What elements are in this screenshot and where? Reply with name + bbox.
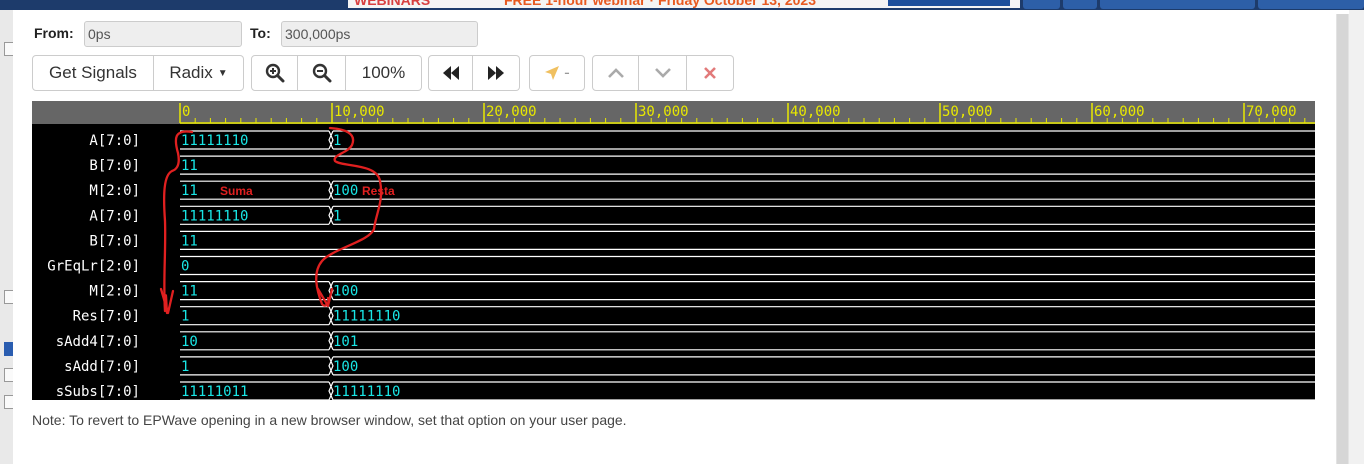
signal-name: A[7:0] [89,208,140,224]
radix-label: Radix [169,63,213,82]
to-label: To: [250,25,271,41]
to-input[interactable]: 300,000ps [281,21,478,47]
banner-left-text: WEBINARS [354,0,431,8]
signal-value: 1 [181,309,189,325]
zoom-in-icon [265,63,284,83]
signal-value: 11111110 [181,133,248,149]
close-icon [704,67,716,79]
from-input[interactable]: 0ps [84,21,242,47]
signal-value: 100 [333,359,358,375]
signal-value: 11111110 [333,309,400,325]
signal-name: sSubs[7:0] [56,384,140,400]
signal-name: B[7:0] [89,233,140,249]
zoom-out-icon [312,63,331,83]
footer-note: Note: To revert to EPWave opening in a n… [32,412,627,428]
cursor-value: - [564,63,570,82]
signal-name: A[7:0] [89,133,140,149]
signal-value: 100 [333,284,358,300]
ruler-tick-label: 60,000 [1094,104,1145,120]
banner-button[interactable] [888,0,1010,6]
signal-value: 11111110 [333,384,400,400]
ruler-tick-label: 40,000 [790,104,841,120]
time-ruler[interactable]: 0 10,000 20,000 30,000 40,000 50,000 60,000 70,… [32,101,1315,124]
banner-mid-text: FREE 1-hour webinar · Friday October 13,… [504,0,816,8]
zoom-level-value: 100% [361,63,406,82]
signal-value: 11 [181,233,198,249]
move-up-button[interactable] [592,55,639,91]
signal-value: 11 [181,284,198,300]
webinar-banner[interactable]: WEBINARS FREE 1-hour webinar · Friday Oc… [348,0,1020,8]
signal-name: B[7:0] [89,158,140,174]
backward-icon [442,66,459,80]
jump-start-button[interactable] [428,55,473,91]
signal-value: 100 [333,183,358,199]
nav-button[interactable] [1063,0,1097,9]
ruler-tick-label: 20,000 [486,104,537,120]
ruler-tick-label: 30,000 [638,104,689,120]
waveform-viewer[interactable]: 0 10,000 20,000 30,000 40,000 50,000 60,000 70,… [32,101,1315,400]
signal-name: Res[7:0] [73,309,140,325]
zoom-out-button[interactable] [298,55,346,91]
chevron-down-icon [654,68,671,78]
signal-name: M[2:0] [89,183,140,199]
remove-signal-button[interactable] [687,55,734,91]
signal-name: GrEqLr[2:0] [47,259,140,275]
cursor-arrow-icon [545,66,560,80]
caret-down-icon: ▼ [217,67,228,79]
signal-name: sAdd4[7:0] [56,334,140,350]
signal-value: 10 [181,334,198,350]
nav-button[interactable] [1258,0,1364,9]
signal-value: 1 [333,208,341,224]
signal-value: 11111011 [181,384,248,400]
cursor-button[interactable]: - [529,55,585,91]
ruler-tick-label: 0 [182,104,190,120]
zoom-in-button[interactable] [251,55,298,91]
get-signals-label: Get Signals [49,63,137,82]
from-label: From: [34,25,74,41]
annotation-suma: Suma [220,184,253,198]
signal-value: 1 [181,359,189,375]
radix-dropdown[interactable]: Radix ▼ [154,55,244,91]
signal-name: M[2:0] [89,284,140,300]
scrollbar-thumb[interactable] [1337,14,1348,464]
signal-value: 0 [181,259,189,275]
scrollbar[interactable] [1336,14,1349,464]
ruler-tick-label: 50,000 [942,104,993,120]
signal-value: 11111110 [181,208,248,224]
page-left-edge [0,10,14,464]
page-right-edge [1349,10,1364,464]
get-signals-button[interactable]: Get Signals [32,55,154,91]
signal-value: 101 [333,334,358,350]
signal-value: 11 [181,158,198,174]
nav-button[interactable] [1100,0,1255,9]
zoom-level[interactable]: 100% [346,55,422,91]
jump-end-button[interactable] [473,55,520,91]
forward-icon [488,66,504,80]
signal-value: 1 [333,133,341,149]
annotation-resta: Resta [362,184,395,198]
move-down-button[interactable] [639,55,687,91]
ruler-tick-label: 10,000 [334,104,385,120]
chevron-up-icon [607,68,624,78]
signal-name: sAdd[7:0] [64,359,140,375]
signal-value: 11 [181,183,198,199]
nav-button[interactable] [1023,0,1060,9]
ruler-tick-label: 70,000 [1246,104,1297,120]
